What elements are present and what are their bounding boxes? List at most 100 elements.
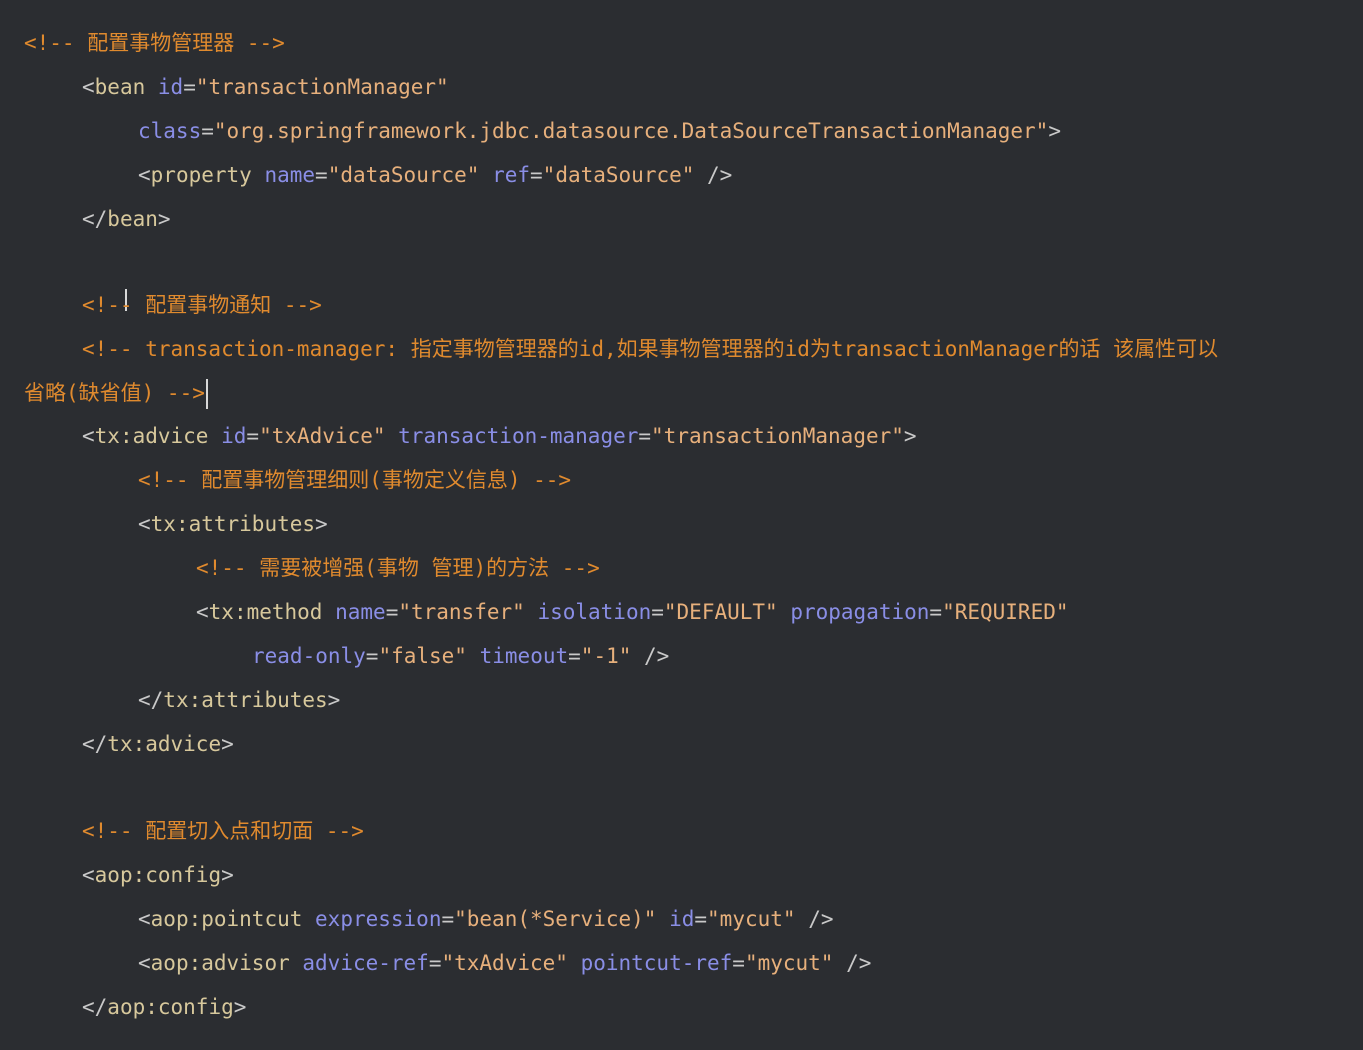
- code-token-punct: </: [82, 995, 108, 1019]
- code-line: <aop:config>: [82, 860, 234, 890]
- code-token-value: "txAdvice": [441, 951, 568, 975]
- code-token-attr: timeout: [479, 644, 569, 668]
- code-token-punct: =: [385, 600, 399, 624]
- code-token-punct: </: [82, 207, 108, 231]
- code-token-punct: <: [196, 600, 209, 624]
- code-token-comment: <!-- 配置事物管理器 -->: [24, 31, 285, 55]
- code-token-value: "dataSource": [327, 163, 480, 187]
- code-token-value: "transfer": [398, 600, 525, 624]
- code-line: </bean>: [82, 204, 171, 234]
- code-line: class="org.springframework.jdbc.datasour…: [138, 116, 1061, 146]
- code-line: <property name="dataSource" ref="dataSou…: [138, 160, 732, 190]
- code-token-punct: <: [138, 512, 151, 536]
- code-token-value: "mycut": [707, 907, 796, 931]
- code-token-value: "org.springframework.jdbc.datasource.Dat…: [213, 119, 1049, 143]
- code-token-punct: =: [365, 644, 379, 668]
- code-token-punct: >: [221, 863, 234, 887]
- code-line: 省略(缺省值) -->: [24, 378, 208, 409]
- code-token-punct: =: [638, 424, 652, 448]
- code-line: <!-- 配置事物通知 -->: [82, 290, 322, 320]
- code-token-punct: =: [246, 424, 260, 448]
- code-token-attr: read-only: [252, 644, 366, 668]
- code-token-attr: propagation: [790, 600, 930, 624]
- code-editor[interactable]: <!-- 配置事物管理器 --> <bean id="transactionMan…: [0, 0, 1363, 1050]
- code-token-punct: =: [315, 163, 328, 187]
- code-token-punct: =: [441, 907, 455, 931]
- code-token-attr: isolation: [537, 600, 652, 624]
- code-line: <tx:method name="transfer" isolation="DE…: [196, 597, 1069, 627]
- code-line: </tx:advice>: [82, 729, 234, 759]
- code-token-punct: =: [694, 907, 708, 931]
- code-token-punct: <: [82, 863, 95, 887]
- code-token-value: "transactionManager": [651, 424, 904, 448]
- code-token-attr: id: [669, 907, 695, 931]
- code-line: <tx:advice id="txAdvice" transaction-man…: [82, 421, 917, 451]
- code-token-comment: <!-- 配置事物通知 -->: [82, 293, 322, 317]
- code-token-value: "false": [378, 644, 467, 668]
- code-line: <!-- 配置事物管理器 -->: [24, 28, 285, 58]
- code-token-punct: />: [795, 907, 834, 931]
- code-token-tag: tx:advice: [94, 424, 209, 448]
- code-token-tag: property: [150, 163, 252, 187]
- code-token-punct: />: [631, 644, 670, 668]
- code-token-tag: tx:attributes: [150, 512, 316, 536]
- code-token-tag: tx:method: [208, 600, 323, 624]
- code-line: <aop:advisor advice-ref="txAdvice" point…: [138, 948, 871, 978]
- code-token-punct: <: [138, 907, 151, 931]
- code-token-tag: aop:advisor: [150, 951, 290, 975]
- code-token-punct: <: [82, 424, 95, 448]
- caret: [205, 379, 208, 409]
- code-token-punct: />: [694, 163, 733, 187]
- code-token-tag: tx:advice: [107, 732, 222, 756]
- code-token-attr: class: [138, 119, 202, 143]
- code-token-tag: tx:attributes: [163, 688, 328, 712]
- code-token-punct: <: [82, 75, 95, 99]
- code-line: <!-- 配置事物管理细则(事物定义信息) -->: [138, 465, 571, 495]
- code-token-value: "mycut": [744, 951, 834, 975]
- code-token-attr: advice-ref: [302, 951, 429, 975]
- code-token-punct: >: [1048, 119, 1061, 143]
- code-token-punct: >: [315, 512, 328, 536]
- code-token-attr: ref: [492, 163, 531, 187]
- code-line: </tx:attributes>: [138, 685, 340, 715]
- code-token-tag: bean: [107, 207, 158, 231]
- code-token-comment: <!-- transaction-manager: 指定事物管理器的id,如果事…: [82, 337, 1219, 361]
- code-token-punct: =: [929, 600, 943, 624]
- code-token-value: "DEFAULT": [663, 600, 778, 624]
- code-token-punct: />: [833, 951, 872, 975]
- code-token-punct: </: [138, 688, 164, 712]
- code-token-comment: <!-- 配置切入点和切面 -->: [82, 819, 364, 843]
- code-token-value: "-1": [580, 644, 632, 668]
- code-token-punct: =: [568, 644, 581, 668]
- code-line: read-only="false" timeout="-1" />: [252, 641, 669, 671]
- code-token-value: "transactionManager": [195, 75, 449, 99]
- code-token-attr: id: [157, 75, 184, 99]
- code-token-punct: >: [327, 688, 341, 712]
- code-token-punct: >: [157, 207, 171, 231]
- code-token-punct: >: [903, 424, 917, 448]
- code-token-tag: aop:config: [107, 995, 234, 1019]
- code-token-punct: >: [233, 995, 247, 1019]
- code-token-tag: aop:config: [94, 863, 222, 887]
- code-token-comment: <!-- 配置事物管理细则(事物定义信息) -->: [138, 468, 572, 492]
- code-token-punct: >: [221, 732, 234, 756]
- code-line: <bean id="transactionManager": [82, 72, 449, 102]
- code-token-attr: name: [335, 600, 386, 624]
- code-token-tag: aop:pointcut: [150, 907, 303, 931]
- code-line: <!-- 配置切入点和切面 -->: [82, 816, 364, 846]
- code-token-comment: 省略(缺省值) -->: [24, 381, 205, 405]
- code-token-tag: bean: [94, 75, 146, 99]
- code-token-punct: =: [651, 600, 664, 624]
